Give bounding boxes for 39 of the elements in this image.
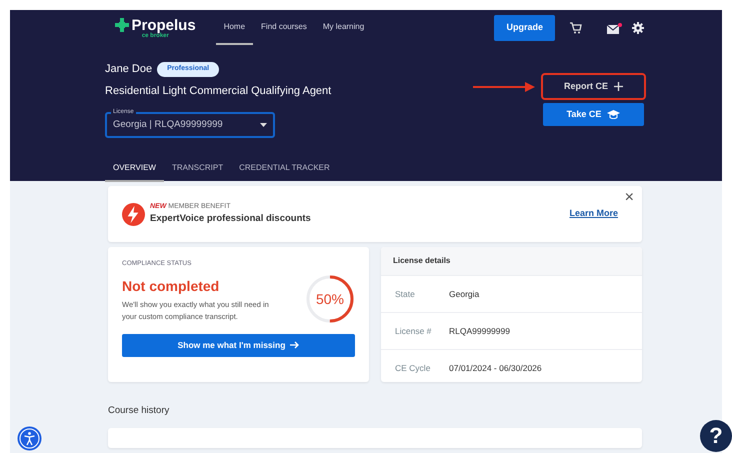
upgrade-button[interactable]: Upgrade (494, 15, 555, 41)
tab[interactable]: CREDENTIAL TRACKER (231, 156, 338, 182)
detail-label: License # (395, 324, 432, 338)
nav-link[interactable]: My learning (314, 11, 372, 45)
close-button[interactable]: × (624, 190, 634, 206)
take-ce-button[interactable]: Take CE (543, 103, 644, 126)
license-select[interactable]: Georgia | RLQA99999999 (105, 112, 275, 138)
detail-value: Georgia (449, 288, 480, 300)
detail-value: RLQA99999999 (449, 324, 510, 338)
cart-icon[interactable] (570, 22, 582, 34)
tab[interactable]: TRANSCRIPT (164, 156, 232, 182)
settings-icon[interactable] (632, 22, 644, 34)
plus-icon (614, 82, 623, 91)
annotation-arrow (473, 82, 535, 92)
caret-icon (260, 123, 267, 127)
arrow-icon (290, 341, 300, 350)
course-history-heading: Course history (108, 404, 170, 418)
compliance-status: Not completed (122, 276, 220, 296)
license-details-heading: License details (381, 247, 642, 275)
logo-text: Propelus (132, 18, 196, 32)
graduation-cap-icon (607, 110, 620, 119)
mail-icon[interactable] (607, 22, 622, 34)
logo-icon (115, 18, 129, 32)
learn-more-link[interactable]: Learn More (569, 207, 618, 221)
lightning-icon (122, 202, 145, 226)
show-missing-button[interactable]: Show me what I'm missing (122, 334, 355, 357)
tab[interactable]: OVERVIEW (105, 156, 164, 182)
nav-link[interactable]: Home (216, 11, 254, 45)
report-ce-button[interactable]: Report CE (543, 75, 644, 98)
accessibility-icon[interactable] (17, 426, 42, 451)
progress-percent: 50% (316, 290, 344, 307)
benefit-title: ExpertVoice professional discounts (150, 212, 311, 226)
user-name: Jane Doe (105, 62, 152, 77)
detail-value: 07/01/2024 - 06/30/2026 (449, 362, 542, 374)
detail-label: State (395, 288, 416, 300)
profession-title: Residential Light Commercial Qualifying Agent (105, 84, 332, 98)
nav-link[interactable]: Find courses (253, 11, 315, 45)
detail-label: CE Cycle (395, 362, 432, 374)
help-button[interactable]: ? (700, 420, 732, 452)
